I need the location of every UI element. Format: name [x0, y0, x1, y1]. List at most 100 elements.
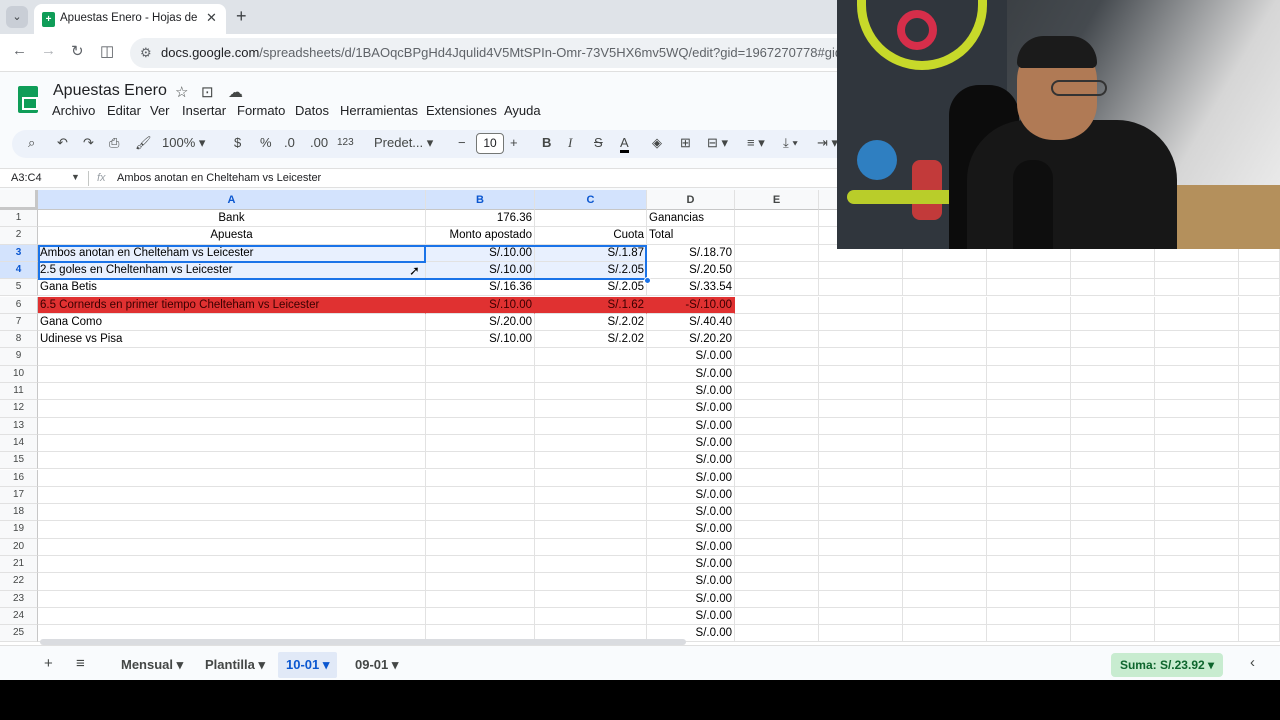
grid-cell[interactable]	[535, 590, 647, 608]
sum-indicator[interactable]: Suma: S/.23.92 ▾	[1111, 653, 1223, 677]
row-header[interactable]: 2	[0, 227, 38, 245]
sheet-tab-09-01[interactable]: 09-01 ▾	[347, 652, 406, 678]
grid-cell[interactable]	[1239, 383, 1280, 401]
grid-cell[interactable]	[1239, 590, 1280, 608]
grid-cell[interactable]	[735, 227, 819, 245]
grid-cell[interactable]	[535, 486, 647, 505]
row-header[interactable]: 23	[0, 590, 38, 608]
grid-cell[interactable]	[735, 210, 819, 228]
grid-cell[interactable]	[1239, 573, 1280, 591]
text-wrap-icon[interactable]: ⇥ ▾	[817, 135, 838, 151]
grid-cell[interactable]: Ambos anotan en Chelteham vs Leicester	[38, 244, 426, 262]
grid-cell[interactable]	[426, 521, 535, 539]
grid-cell[interactable]: S/.0.00	[647, 400, 735, 418]
grid-cell[interactable]	[1155, 313, 1239, 332]
grid-cell[interactable]	[1071, 504, 1155, 522]
grid-cell[interactable]	[1071, 296, 1155, 314]
move-folder-icon[interactable]: ⊡	[201, 83, 214, 101]
grid-cell[interactable]	[819, 469, 903, 487]
grid-cell[interactable]	[38, 365, 426, 383]
grid-cell[interactable]: S/.10.00	[426, 331, 535, 349]
grid-cell[interactable]	[38, 383, 426, 401]
grid-cell[interactable]	[1071, 365, 1155, 383]
italic-button[interactable]: I	[568, 135, 572, 151]
grid-cell[interactable]	[903, 504, 987, 522]
grid-cell[interactable]	[819, 556, 903, 574]
row-header[interactable]: 6	[0, 296, 38, 314]
row-header[interactable]: 3	[0, 244, 38, 262]
grid-cell[interactable]	[38, 434, 426, 453]
row-header[interactable]: 24	[0, 607, 38, 626]
zoom-select[interactable]: 100% ▾	[162, 135, 205, 151]
grid-cell[interactable]	[819, 331, 903, 349]
row-header[interactable]: 15	[0, 452, 38, 470]
grid-cell[interactable]	[987, 261, 1071, 280]
grid-cell[interactable]	[535, 348, 647, 366]
grid-cell[interactable]	[819, 607, 903, 626]
grid-cell[interactable]	[1155, 279, 1239, 297]
grid-cell[interactable]: Ganancias	[647, 210, 735, 228]
text-color-button[interactable]: A	[620, 135, 629, 153]
grid-cell[interactable]	[1155, 607, 1239, 626]
grid-cell[interactable]: Gana Como	[38, 313, 426, 332]
grid-cell[interactable]	[903, 296, 987, 314]
grid-cell[interactable]	[735, 538, 819, 556]
column-header-d[interactable]: D	[647, 190, 735, 210]
grid-cell[interactable]	[1155, 261, 1239, 280]
grid-cell[interactable]	[819, 504, 903, 522]
grid-cell[interactable]	[426, 348, 535, 366]
grid-cell[interactable]	[735, 556, 819, 574]
grid-cell[interactable]	[1071, 625, 1155, 643]
grid-cell[interactable]	[819, 313, 903, 332]
search-menus-icon[interactable]: ⌕	[28, 135, 35, 151]
grid-cell[interactable]	[735, 279, 819, 297]
grid-cell[interactable]	[903, 434, 987, 453]
grid-cell[interactable]	[987, 279, 1071, 297]
grid-cell[interactable]	[819, 348, 903, 366]
grid-cell[interactable]	[1239, 279, 1280, 297]
sheet-tab-10-01[interactable]: 10-01 ▾	[278, 652, 338, 678]
paint-format-icon[interactable]: 🖌	[135, 135, 152, 151]
column-header-b[interactable]: B	[426, 190, 535, 210]
grid-cell[interactable]	[1071, 383, 1155, 401]
grid-cell[interactable]: Monto apostado	[426, 227, 535, 245]
formula-input[interactable]: Ambos anotan en Chelteham vs Leicester	[117, 172, 321, 184]
grid-cell[interactable]	[38, 400, 426, 418]
grid-cell[interactable]	[426, 486, 535, 505]
row-header[interactable]: 25	[0, 625, 38, 643]
grid-cell[interactable]	[1155, 434, 1239, 453]
grid-cell[interactable]	[1155, 504, 1239, 522]
grid-cell[interactable]	[1071, 400, 1155, 418]
grid-cell[interactable]: S/.0.00	[647, 556, 735, 574]
vertical-align-icon[interactable]: ⤓ ▾	[783, 135, 798, 151]
grid-cell[interactable]	[987, 573, 1071, 591]
grid-cell[interactable]: S/.1.62	[535, 296, 647, 314]
grid-cell[interactable]	[535, 538, 647, 556]
grid-cell[interactable]	[735, 348, 819, 366]
grid-cell[interactable]	[1239, 261, 1280, 280]
grid-cell[interactable]	[735, 296, 819, 314]
grid-cell[interactable]	[987, 625, 1071, 643]
grid-cell[interactable]	[1155, 486, 1239, 505]
grid-cell[interactable]	[1071, 469, 1155, 487]
horizontal-align-icon[interactable]: ≡ ▾	[747, 135, 765, 151]
grid-cell[interactable]	[987, 556, 1071, 574]
grid-cell[interactable]: S/.20.20	[647, 331, 735, 349]
grid-cell[interactable]: Udinese vs Pisa	[38, 331, 426, 349]
grid-cell[interactable]	[1155, 365, 1239, 383]
row-header[interactable]: 22	[0, 573, 38, 591]
document-title[interactable]: Apuestas Enero	[53, 82, 167, 100]
grid-cell[interactable]: S/.2.02	[535, 331, 647, 349]
grid-cell[interactable]	[535, 452, 647, 470]
grid-cell[interactable]	[1071, 607, 1155, 626]
grid-cell[interactable]	[819, 296, 903, 314]
grid-cell[interactable]	[987, 417, 1071, 435]
grid-cell[interactable]	[819, 279, 903, 297]
grid-cell[interactable]	[987, 590, 1071, 608]
grid-cell[interactable]	[1239, 504, 1280, 522]
row-header[interactable]: 10	[0, 365, 38, 383]
grid-cell[interactable]	[903, 452, 987, 470]
grid-cell[interactable]	[535, 469, 647, 487]
grid-cell[interactable]	[1071, 434, 1155, 453]
grid-cell[interactable]: -S/.10.00	[647, 296, 735, 314]
